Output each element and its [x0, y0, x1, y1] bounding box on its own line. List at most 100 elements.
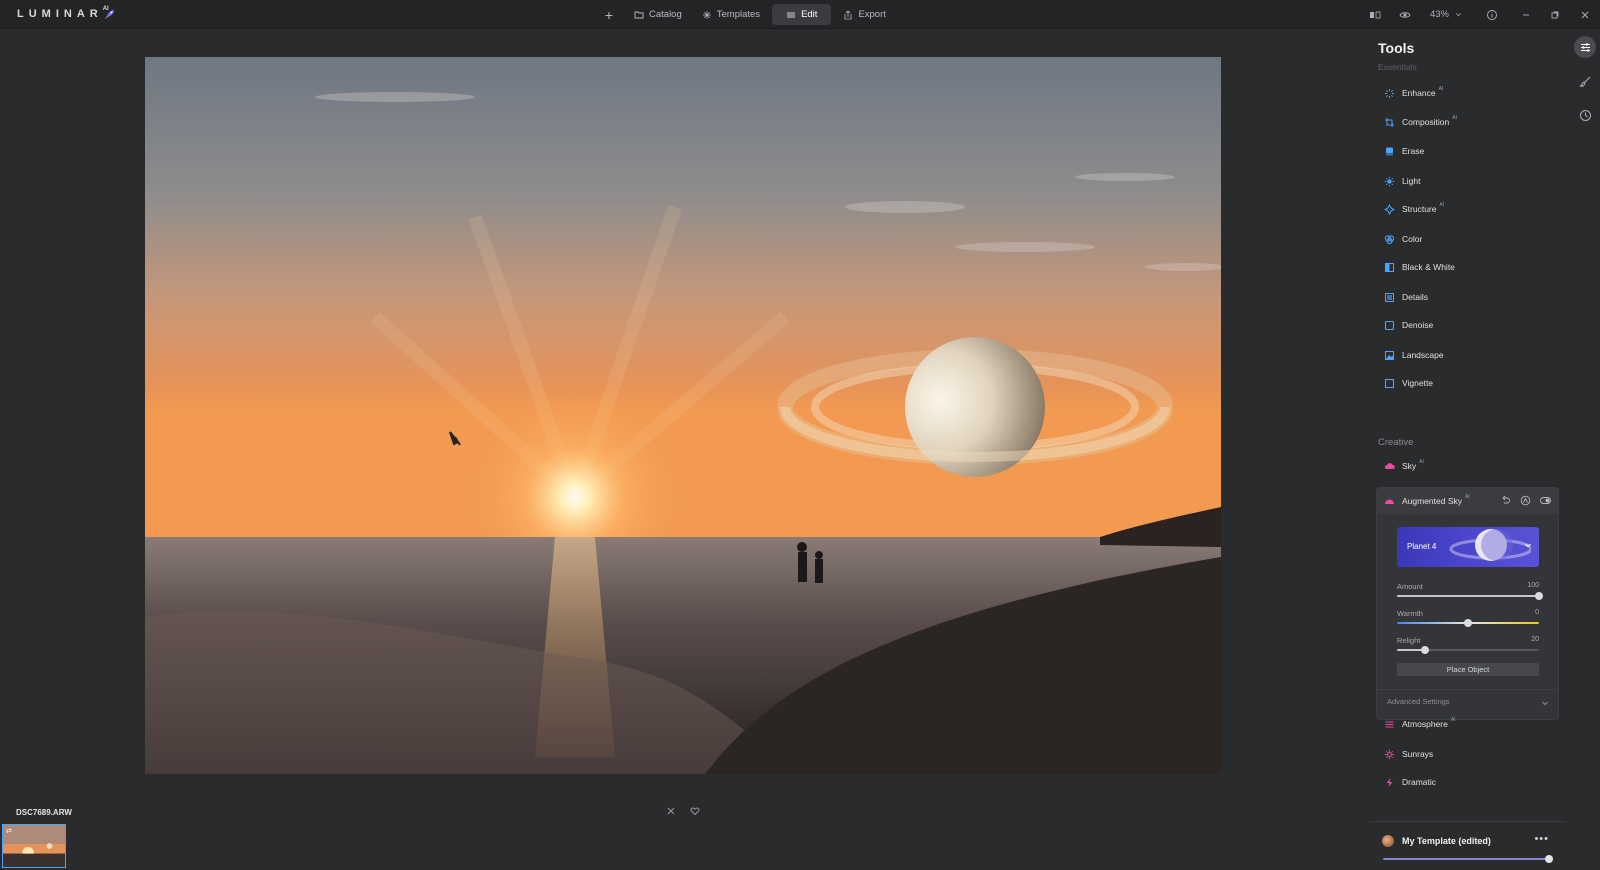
minimize-button[interactable]: [1512, 0, 1540, 29]
reject-icon[interactable]: [666, 806, 676, 816]
place-object-button[interactable]: Place Object: [1397, 663, 1539, 676]
history-button[interactable]: [1574, 104, 1596, 126]
panel-title: Tools: [1378, 40, 1415, 56]
tool-landscape[interactable]: Landscape: [1384, 348, 1444, 362]
tool-color[interactable]: Color: [1384, 232, 1422, 246]
sparkle-icon: [702, 10, 711, 19]
template-amount-track[interactable]: [1383, 858, 1549, 860]
slider-value: 100: [1527, 582, 1539, 589]
enhance-icon: [1384, 88, 1395, 99]
slider-relight[interactable]: Relight 20: [1397, 636, 1539, 656]
tool-erase[interactable]: Erase: [1384, 144, 1424, 158]
minimize-icon: [1523, 14, 1529, 15]
templates-tab[interactable]: Templates: [694, 4, 768, 25]
augmented-sky-panel: Augmented Sky AI Planet 4 Amount 100 Warmt…: [1376, 487, 1559, 720]
advanced-settings-toggle[interactable]: Advanced Settings: [1377, 689, 1558, 719]
sky-icon: [1384, 461, 1395, 472]
close-button[interactable]: [1570, 0, 1600, 29]
restore-button[interactable]: [1540, 0, 1570, 29]
edit-tab[interactable]: Edit: [772, 4, 832, 25]
tool-vignette[interactable]: Vignette: [1384, 376, 1433, 390]
ai-badge: AI: [1439, 202, 1445, 208]
templates-label: Templates: [716, 9, 761, 20]
tool-label: Color: [1402, 234, 1423, 244]
tool-details[interactable]: Details: [1384, 290, 1428, 304]
ai-badge: AI: [1450, 717, 1456, 723]
thumbnail-image: [3, 825, 65, 867]
zoom-dropdown[interactable]: 43%: [1420, 0, 1472, 29]
preview-button[interactable]: [1390, 0, 1420, 29]
tool-sky[interactable]: Sky AI: [1384, 459, 1424, 473]
sunrays-icon: [1384, 749, 1395, 760]
planet-preview-image: [1449, 529, 1531, 561]
sky-object-dropdown[interactable]: Planet 4: [1397, 527, 1539, 567]
tool-label: Sunrays: [1402, 749, 1434, 759]
undo-icon[interactable]: [1500, 495, 1511, 506]
augmented-sky-header[interactable]: Augmented Sky AI: [1377, 488, 1558, 514]
tool-structure[interactable]: Structure AI: [1384, 202, 1444, 216]
augmented-sky-actions: [1500, 495, 1551, 506]
tool-label: Sky: [1402, 461, 1417, 471]
mask-icon[interactable]: [1520, 495, 1531, 506]
history-clock-icon: [1579, 109, 1591, 121]
filename-label: DSC7689.ARW: [16, 808, 72, 817]
edit-label: Edit: [801, 9, 818, 20]
window-controls: 43%: [1360, 0, 1600, 29]
edited-photo: [145, 57, 1221, 774]
slider-value: 20: [1531, 636, 1539, 643]
tool-denoise[interactable]: Denoise: [1384, 318, 1433, 332]
chevron-down-icon: [1525, 543, 1531, 548]
slider-fill: [1397, 595, 1539, 597]
dramatic-icon: [1384, 777, 1395, 788]
tools-toggle-button[interactable]: [1574, 36, 1596, 58]
tool-label: Atmosphere: [1402, 719, 1448, 729]
tool-label: Erase: [1402, 146, 1425, 156]
tool-augmented-sky[interactable]: Augmented Sky AI: [1384, 494, 1470, 508]
tool-atmosphere[interactable]: Atmosphere AI: [1384, 717, 1456, 731]
slider-label: Amount: [1397, 582, 1423, 591]
template-amount-knob[interactable]: [1545, 855, 1553, 863]
slider-knob[interactable]: [1464, 619, 1472, 627]
compare-button[interactable]: [1360, 0, 1390, 29]
ai-badge: AI: [1452, 115, 1457, 121]
slider-knob[interactable]: [1421, 646, 1430, 654]
ai-badge: AI: [1419, 459, 1424, 465]
tools-panel: Tools Essentials Enhance AI Composition AI E…: [1370, 29, 1572, 870]
info-button[interactable]: [1472, 0, 1512, 29]
add-photos-button[interactable]: +: [600, 7, 618, 23]
slider-value: 0: [1535, 609, 1539, 616]
export-tab[interactable]: Export: [835, 4, 893, 25]
top-bar: LUMINARAI + Catalog Templates Edit Expor…: [0, 0, 1600, 29]
slider-knob[interactable]: [1535, 592, 1543, 600]
tool-light[interactable]: Light: [1384, 174, 1420, 188]
color-icon: [1384, 234, 1395, 245]
tool-enhance[interactable]: Enhance AI: [1384, 86, 1443, 100]
rocket-icon[interactable]: [103, 7, 117, 21]
tool-sunrays[interactable]: Sunrays: [1384, 747, 1433, 761]
selected-object-label: Planet 4: [1407, 542, 1437, 551]
tool-label: Dramatic: [1402, 777, 1437, 787]
export-icon: [845, 9, 852, 19]
template-name[interactable]: My Template (edited): [1402, 836, 1491, 846]
slider-warmth[interactable]: Warmth 0: [1397, 609, 1539, 629]
essentials-section-label: Essentials: [1378, 62, 1417, 72]
brush-button[interactable]: [1574, 70, 1596, 92]
tool-label: Denoise: [1402, 320, 1434, 330]
zoom-value: 43%: [1429, 9, 1449, 20]
visibility-toggle-icon[interactable]: [1540, 495, 1551, 506]
tool-black-white[interactable]: Black & White: [1384, 260, 1455, 274]
filmstrip-thumbnail[interactable]: ⇄: [2, 824, 66, 868]
tool-dramatic[interactable]: Dramatic: [1384, 775, 1436, 789]
favorite-heart-icon[interactable]: [690, 806, 700, 816]
slider-amount[interactable]: Amount 100: [1397, 582, 1543, 602]
tool-label: Structure: [1402, 204, 1437, 214]
slider-label: Warmth: [1397, 609, 1423, 618]
photo-canvas[interactable]: [145, 57, 1221, 774]
sliders-icon: [1580, 42, 1590, 52]
tool-composition[interactable]: Composition AI: [1384, 115, 1457, 129]
catalog-tab[interactable]: Catalog: [626, 4, 690, 25]
folder-icon: [634, 11, 644, 18]
more-options-icon[interactable]: •••: [1534, 833, 1549, 845]
restore-icon: [1551, 11, 1559, 18]
tool-label: Landscape: [1402, 350, 1444, 360]
